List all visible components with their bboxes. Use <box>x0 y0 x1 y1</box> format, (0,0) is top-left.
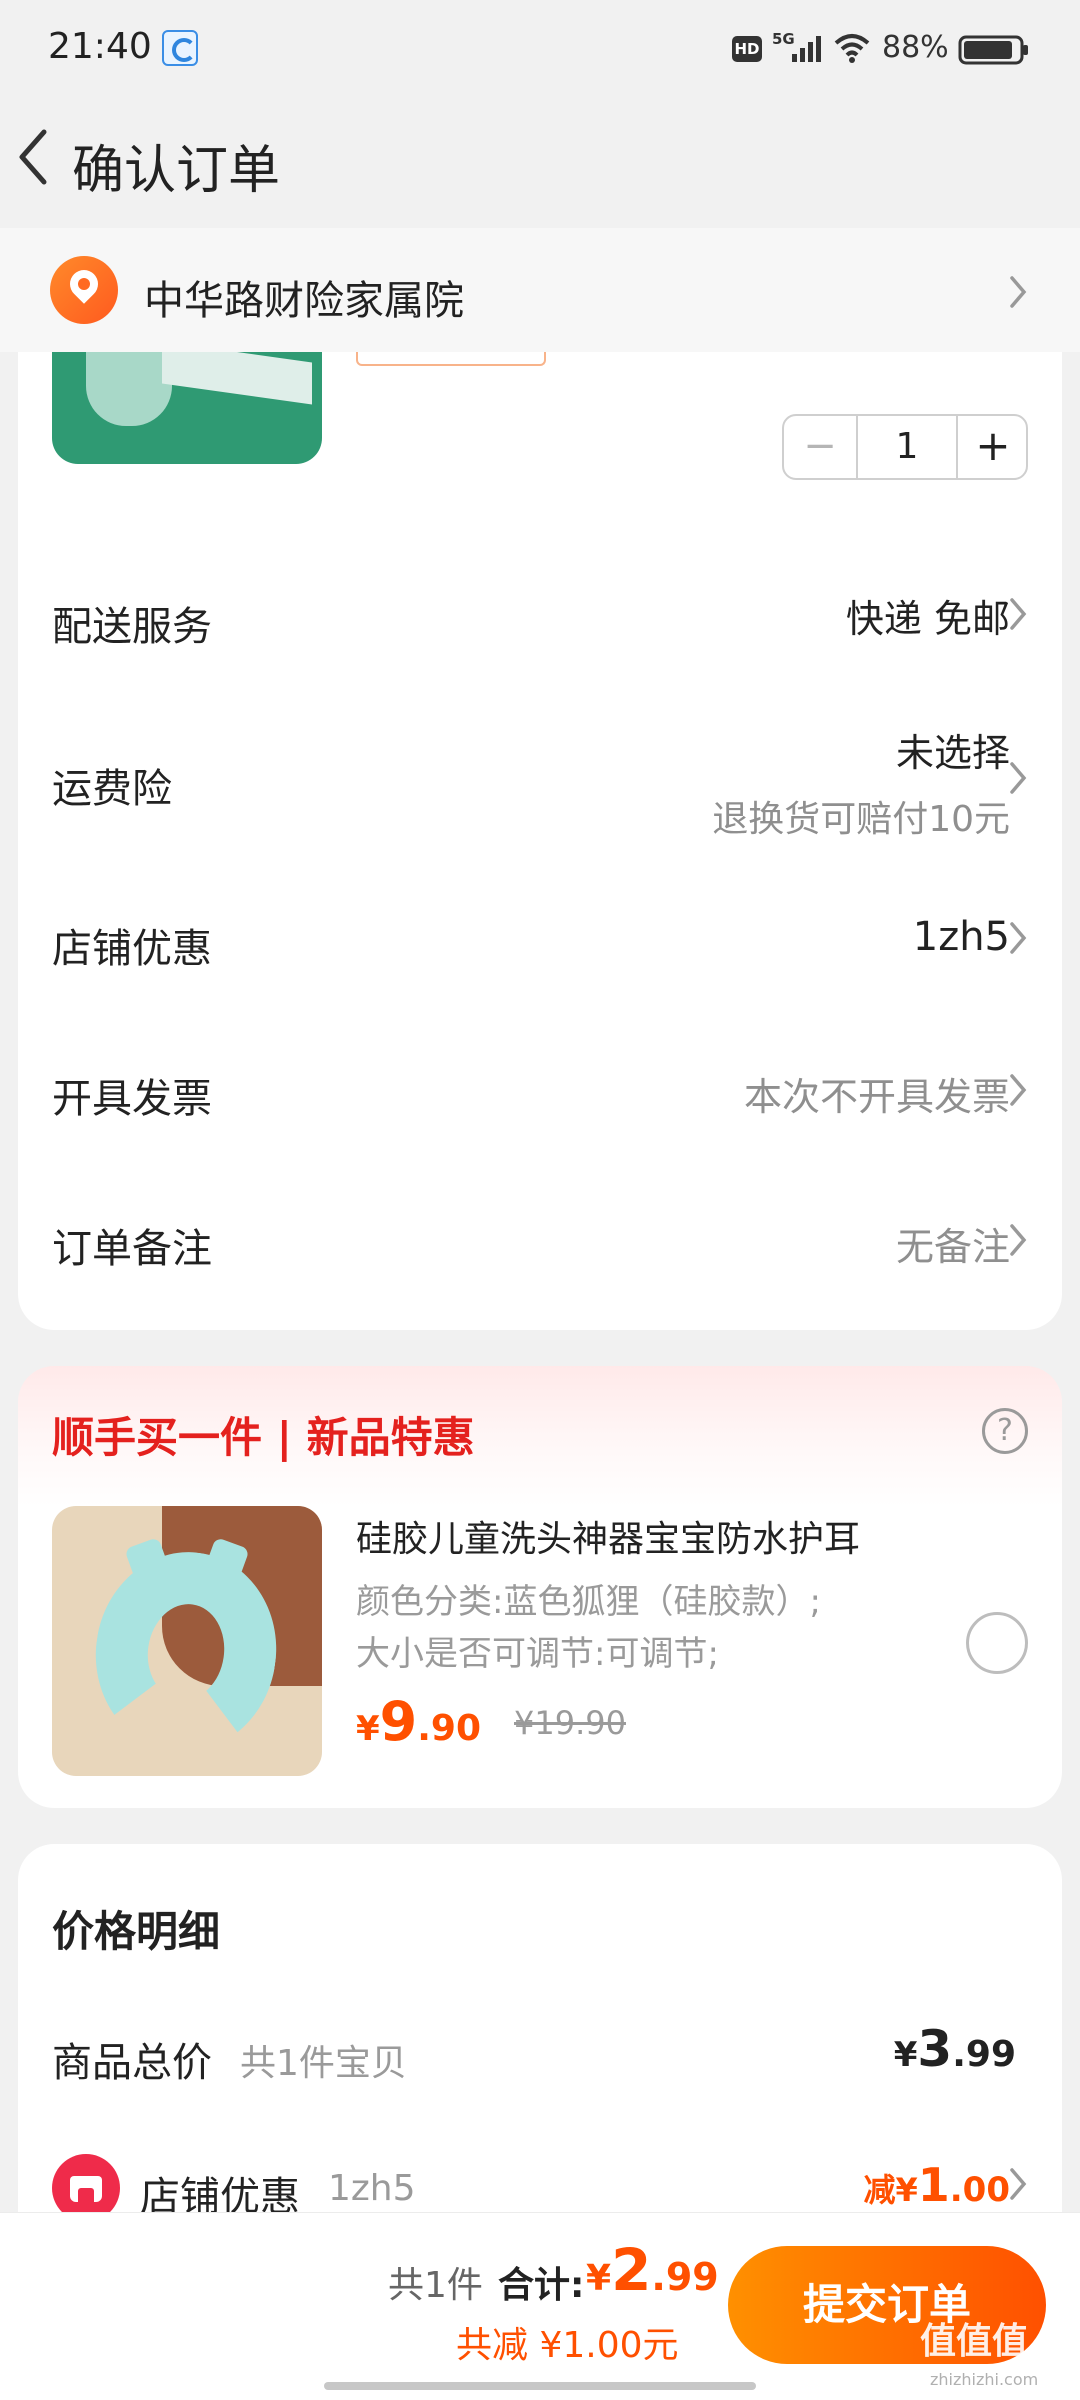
chevron-right-icon[interactable] <box>1008 2166 1028 2202</box>
address-text[interactable]: 中华路财险家属院 <box>144 268 464 326</box>
home-indicator[interactable] <box>324 2382 756 2390</box>
addon-title: 顺手买一件 | 新品特惠 <box>52 1413 475 1462</box>
product-tag <box>356 352 546 366</box>
quantity-value[interactable]: 1 <box>858 416 956 478</box>
addon-spec-color: 颜色分类:蓝色狐狸（硅胶款）; <box>356 1582 821 1622</box>
insurance-label: 运费险 <box>52 766 172 812</box>
hd-icon: HD <box>732 36 762 62</box>
watermark: 值值值 <box>920 2321 1029 2362</box>
increase-button[interactable]: + <box>958 416 1028 478</box>
addon-product-image[interactable] <box>52 1506 322 1776</box>
invoice-value[interactable]: 本次不开具发票 <box>744 1066 1010 1121</box>
total-discount: 共减 ¥1.00元 <box>456 2325 679 2366</box>
decrease-button[interactable]: − <box>784 416 856 478</box>
shop-discount-code: 1zh5 <box>328 2168 416 2209</box>
delivery-value[interactable]: 快递 免邮 <box>846 588 1010 643</box>
subtotal-count: 共1件宝贝 <box>240 2043 407 2084</box>
chevron-right-icon[interactable] <box>1008 760 1028 796</box>
wifi-icon <box>834 34 870 63</box>
back-icon[interactable] <box>14 126 50 188</box>
shop-coupon-value[interactable]: 1zh5 <box>913 914 1010 960</box>
chevron-right-icon[interactable] <box>1008 1222 1028 1258</box>
watermark-url: zhizhizhi.com <box>930 2370 1039 2389</box>
price-decimal: .90 <box>417 1708 482 1749</box>
quantity-stepper: − 1 + <box>782 414 1028 480</box>
subtotal-price: ¥3.99 <box>893 2020 1016 2078</box>
note-value[interactable]: 无备注 <box>896 1216 1010 1271</box>
subtotal-label: 商品总价 <box>52 2040 212 2086</box>
shop-coupon-label: 店铺优惠 <box>52 926 212 972</box>
delivery-label: 配送服务 <box>52 604 212 650</box>
battery-icon <box>958 35 1028 65</box>
location-icon <box>50 256 118 324</box>
shop-discount-value[interactable]: 减¥1.00 <box>863 2158 1010 2212</box>
currency-symbol: ¥ <box>356 1709 380 1749</box>
invoice-label: 开具发票 <box>52 1076 212 1122</box>
signal-icon <box>792 36 821 62</box>
status-time: 21:40 <box>48 26 152 67</box>
addon-price: ¥9.90 <box>356 1690 481 1753</box>
chevron-right-icon[interactable] <box>1008 1072 1028 1108</box>
addon-spec-size: 大小是否可调节:可调节; <box>356 1634 719 1674</box>
price-detail-title: 价格明细 <box>52 1907 221 1956</box>
insurance-value[interactable]: 未选择 <box>896 722 1010 777</box>
chevron-right-icon[interactable] <box>1008 596 1028 632</box>
total-count: 共1件 <box>388 2265 483 2306</box>
total-label: 合计: <box>498 2265 585 2306</box>
addon-select-radio[interactable] <box>966 1612 1028 1674</box>
total-price: ¥2.99 <box>586 2236 719 2304</box>
page-title: 确认订单 <box>72 141 281 201</box>
app-icon <box>162 30 198 66</box>
addon-original-price: ¥19.90 <box>514 1704 626 1742</box>
help-icon[interactable]: ? <box>982 1408 1028 1454</box>
battery-percent: 88% <box>882 30 949 65</box>
addon-product-name[interactable]: 硅胶儿童洗头神器宝宝防水护耳 <box>356 1510 860 1562</box>
order-confirm-screen: 21:40 HD 5G 88% 确认订单 − 1 + 配送服务 快递 免邮 运费… <box>0 0 1080 2400</box>
chevron-right-icon[interactable] <box>1008 920 1028 956</box>
price-integer: 9 <box>379 1690 418 1753</box>
insurance-sub: 退换货可赔付10元 <box>712 799 1010 840</box>
note-label: 订单备注 <box>52 1226 212 1272</box>
product-image[interactable] <box>52 352 322 464</box>
chevron-right-icon[interactable] <box>1008 274 1028 310</box>
